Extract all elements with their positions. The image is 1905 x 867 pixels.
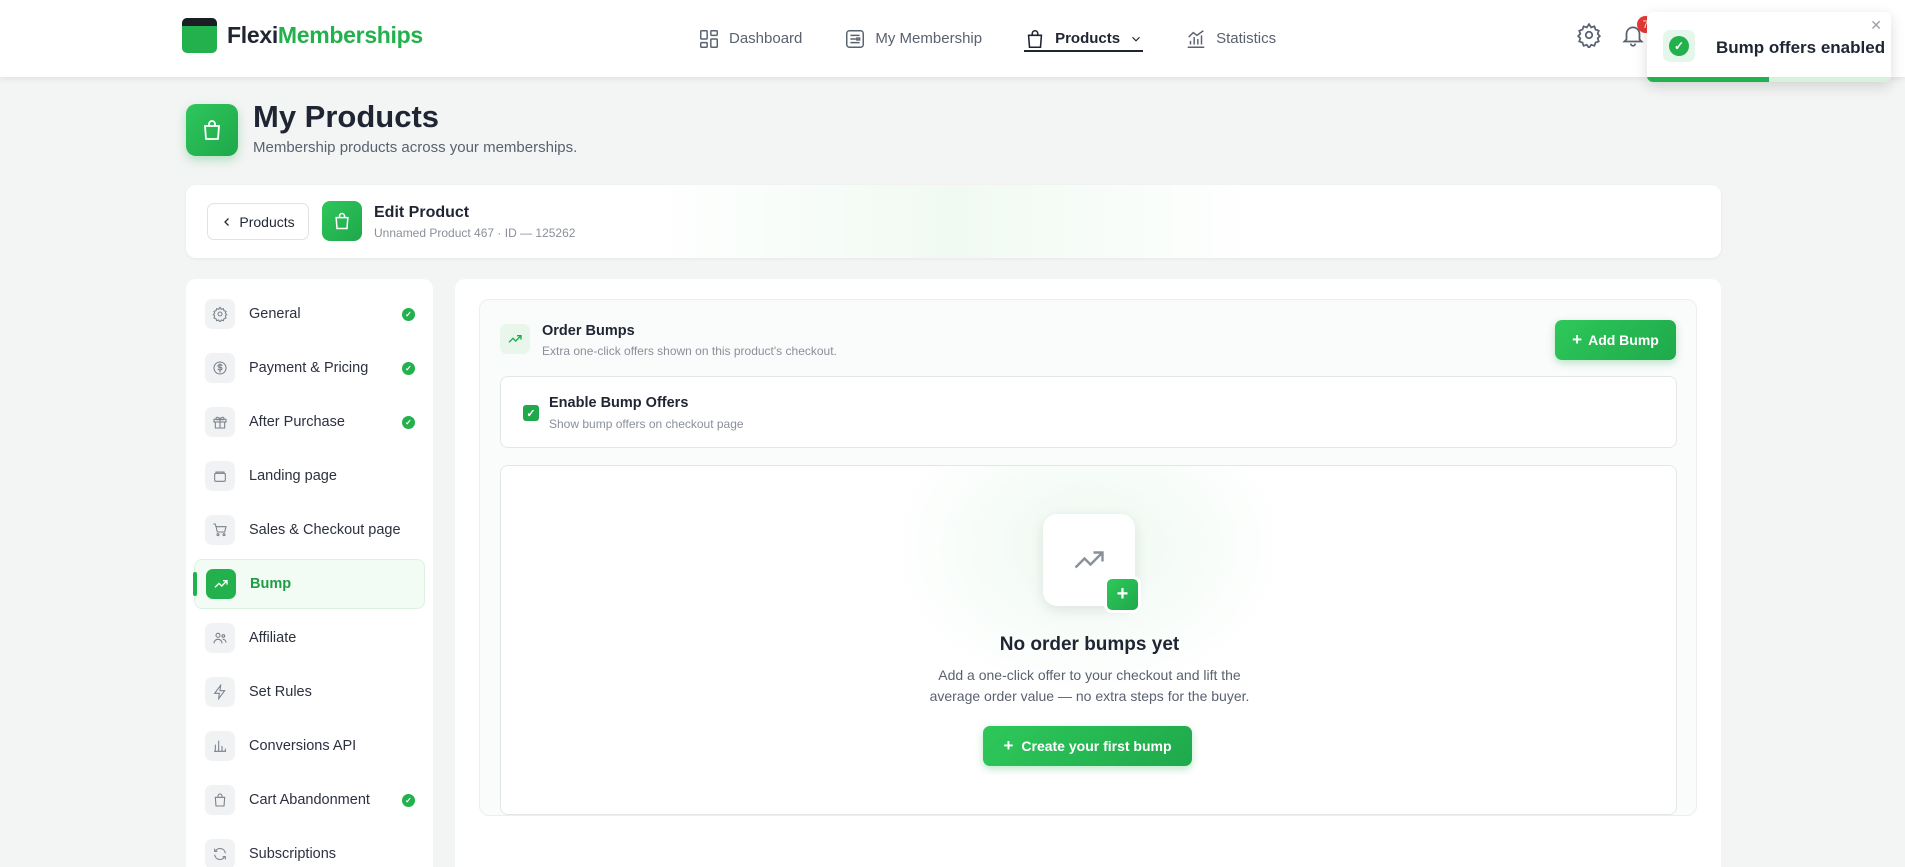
check-icon: ✓ [402, 308, 415, 321]
check-icon: ✓ [402, 362, 415, 375]
sidebar-item-label: After Purchase [249, 414, 345, 430]
sidebar-item-label: Landing page [249, 468, 337, 484]
sidebar-item-label: Subscriptions [249, 846, 337, 862]
sidebar-item-label: Set Rules [249, 684, 312, 700]
sidebar-item-cart-abandonment[interactable]: Cart Abandonment ✓ [194, 775, 425, 825]
trending-up-icon [500, 324, 530, 354]
edit-product-title: Edit Product [374, 204, 470, 221]
enable-bump-subtitle: Show bump offers on checkout page [549, 417, 744, 431]
cart-icon [205, 515, 235, 545]
back-button[interactable]: Products [207, 203, 309, 240]
page-title: My Products [253, 99, 440, 134]
newspaper-icon [846, 29, 865, 48]
sidebar-item-label: Payment & Pricing [249, 360, 369, 376]
chevron-left-icon [224, 217, 230, 226]
sidebar-item-label: Affiliate [249, 630, 297, 646]
sidebar-item-label: Sales & Checkout page [249, 522, 401, 538]
sidebar-item-bump[interactable]: Bump [193, 559, 425, 609]
brand-logo[interactable]: FlexiMemberships [182, 18, 423, 53]
layout-icon [205, 461, 235, 491]
sidebar-item-payment-pricing[interactable]: Payment & Pricing ✓ [194, 343, 425, 393]
nav-products[interactable]: Products [1024, 0, 1144, 77]
plus-icon: + [1572, 330, 1583, 349]
bolt-icon [205, 677, 235, 707]
nav-my-membership[interactable]: My Membership [844, 0, 982, 77]
enable-bump-offers-box: ✓ Enable Bump Offers Show bump offers on… [500, 376, 1677, 448]
shopping-bag-icon [1027, 29, 1043, 48]
add-bump-button[interactable]: + Add Bump [1555, 320, 1676, 360]
sidebar-item-subscriptions[interactable]: Subscriptions [194, 829, 425, 867]
brand-name: FlexiMemberships [227, 22, 423, 48]
gift-icon [205, 407, 235, 437]
top-actions: 7 [1576, 16, 1654, 53]
refresh-icon [205, 839, 235, 867]
dollar-icon [205, 353, 235, 383]
sidebar-item-affiliate[interactable]: Affiliate [194, 613, 425, 663]
toast-message: Bump offers enabled [1716, 38, 1886, 57]
gear-icon [205, 299, 235, 329]
chevron-down-icon [1132, 36, 1141, 42]
sidebar-item-set-rules[interactable]: Set Rules [194, 667, 425, 717]
bar-chart-icon [1187, 29, 1205, 48]
main-nav: Dashboard My Membership Products Statist… [698, 0, 1318, 77]
top-navbar: FlexiMemberships Dashboard My Membership… [0, 0, 1905, 77]
sidebar-item-label: Conversions API [249, 738, 357, 754]
toast-progress [1647, 77, 1891, 82]
check-icon: ✓ [402, 416, 415, 429]
sidebar-item-conversions-api[interactable]: Conversions API [194, 721, 425, 771]
empty-state: + No order bumps yet Add a one-click off… [500, 465, 1677, 815]
close-icon[interactable]: ✕ [1870, 17, 1882, 34]
shopping-bag-icon [205, 785, 235, 815]
notifications[interactable]: 7 [1620, 16, 1654, 53]
toast-progress-fill [1647, 77, 1769, 82]
sidebar-item-label: Bump [250, 576, 292, 592]
sidebar-item-general[interactable]: General ✓ [194, 289, 425, 339]
order-bumps-card: Order Bumps Extra one-click offers shown… [479, 299, 1697, 816]
sidebar-item-label: Cart Abandonment [249, 792, 370, 808]
nav-dashboard[interactable]: Dashboard [698, 0, 802, 77]
sidebar-item-sales-checkout[interactable]: Sales & Checkout page [194, 505, 425, 555]
plus-icon: + [1104, 576, 1141, 613]
shopping-bag-icon [335, 212, 349, 230]
nav-statistics[interactable]: Statistics [1185, 0, 1276, 77]
main-panel: Order Bumps Extra one-click offers shown… [455, 279, 1721, 867]
sidebar-item-landing-page[interactable]: Landing page [194, 451, 425, 501]
shopping-bag-icon [204, 120, 220, 140]
users-icon [205, 623, 235, 653]
page-icon [186, 104, 238, 156]
product-icon [322, 201, 362, 241]
order-bumps-title: Order Bumps [542, 323, 635, 339]
toast-notification: ✓ Bump offers enabled ✕ [1647, 12, 1891, 82]
page-subtitle: Membership products across your membersh… [253, 139, 578, 156]
sidebar-item-after-purchase[interactable]: After Purchase ✓ [194, 397, 425, 447]
success-icon: ✓ [1663, 30, 1695, 62]
bar-chart-icon [205, 731, 235, 761]
sidebar-item-label: General [249, 306, 301, 322]
gear-icon[interactable] [1576, 22, 1602, 48]
trending-up-icon [1074, 551, 1104, 569]
plus-icon: + [1003, 736, 1014, 755]
edit-product-subtitle: Unnamed Product 467 · ID — 125262 [374, 226, 576, 240]
edit-product-bar: Products Edit Product Unnamed Product 46… [186, 185, 1721, 258]
check-icon: ✓ [402, 794, 415, 807]
create-first-bump-button[interactable]: + Create your first bump [983, 726, 1192, 766]
grid-icon [700, 29, 718, 48]
logo-icon [182, 18, 217, 53]
trending-up-icon [206, 569, 236, 599]
order-bumps-subtitle: Extra one-click offers shown on this pro… [542, 344, 837, 358]
empty-state-description: Add a one-click offer to your checkout a… [929, 667, 1250, 704]
enable-bump-title: Enable Bump Offers [549, 395, 689, 411]
enable-bump-checkbox[interactable]: ✓ [523, 405, 539, 421]
product-settings-sidebar: General ✓ Payment & Pricing ✓ After Purc… [186, 279, 433, 867]
empty-state-title: No order bumps yet [999, 634, 1180, 655]
